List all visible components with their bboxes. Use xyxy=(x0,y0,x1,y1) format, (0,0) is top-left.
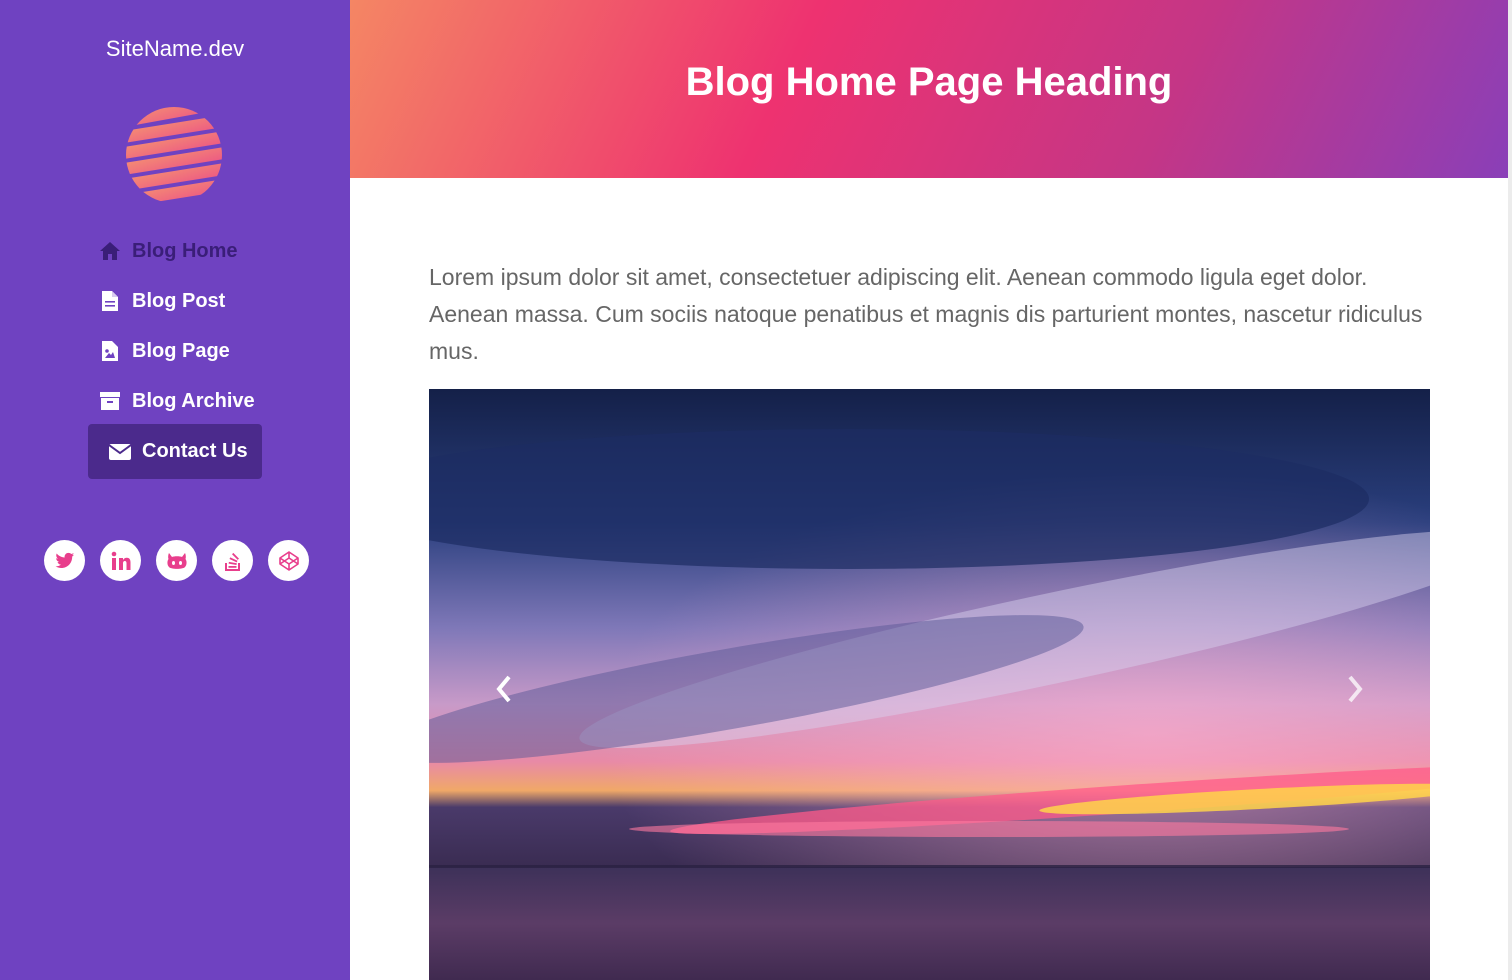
page-title: Blog Home Page Heading xyxy=(685,60,1173,104)
sidebar: SiteName.dev Blog Home Blog Post Blog Pa… xyxy=(0,0,350,980)
github-link[interactable] xyxy=(156,540,197,581)
envelope-icon xyxy=(108,440,132,464)
github-icon xyxy=(166,552,187,569)
nav-item-blog-home[interactable]: Blog Home xyxy=(98,226,238,276)
chevron-left-icon xyxy=(496,675,511,703)
stackoverflow-icon xyxy=(224,552,240,571)
nav-item-blog-post[interactable]: Blog Post xyxy=(98,276,225,326)
intro-paragraph: Lorem ipsum dolor sit amet, consectetuer… xyxy=(429,264,1423,364)
file-image-icon xyxy=(98,339,122,363)
codepen-link[interactable] xyxy=(268,540,309,581)
archive-icon xyxy=(98,389,122,413)
nav-item-blog-archive[interactable]: Blog Archive xyxy=(98,376,255,426)
carousel-next-button[interactable] xyxy=(1335,654,1375,724)
twitter-link[interactable] xyxy=(44,540,85,581)
logo-globe-icon[interactable] xyxy=(124,105,224,205)
nav-item-blog-page[interactable]: Blog Page xyxy=(98,326,230,376)
nav-label: Blog Page xyxy=(132,339,230,362)
chevron-right-icon xyxy=(1348,675,1363,703)
nav-label: Contact Us xyxy=(142,440,248,462)
nav-label: Blog Archive xyxy=(132,389,255,412)
codepen-icon xyxy=(278,550,299,571)
file-icon xyxy=(98,289,122,313)
sunset-image xyxy=(429,389,1430,980)
site-name[interactable]: SiteName.dev xyxy=(0,36,350,62)
stackoverflow-link[interactable] xyxy=(212,540,253,581)
image-carousel[interactable] xyxy=(429,389,1430,980)
page-header: Blog Home Page Heading xyxy=(350,0,1508,178)
social-links xyxy=(44,540,309,581)
linkedin-link[interactable] xyxy=(100,540,141,581)
twitter-icon xyxy=(54,552,74,568)
linkedin-icon xyxy=(111,551,130,570)
nav-label: Blog Home xyxy=(132,239,238,262)
carousel-prev-button[interactable] xyxy=(484,654,524,724)
nav-label: Blog Post xyxy=(132,289,226,312)
scrollbar[interactable] xyxy=(1508,0,1512,980)
nav-item-contact-us[interactable]: Contact Us xyxy=(88,424,262,479)
home-icon xyxy=(98,239,122,263)
